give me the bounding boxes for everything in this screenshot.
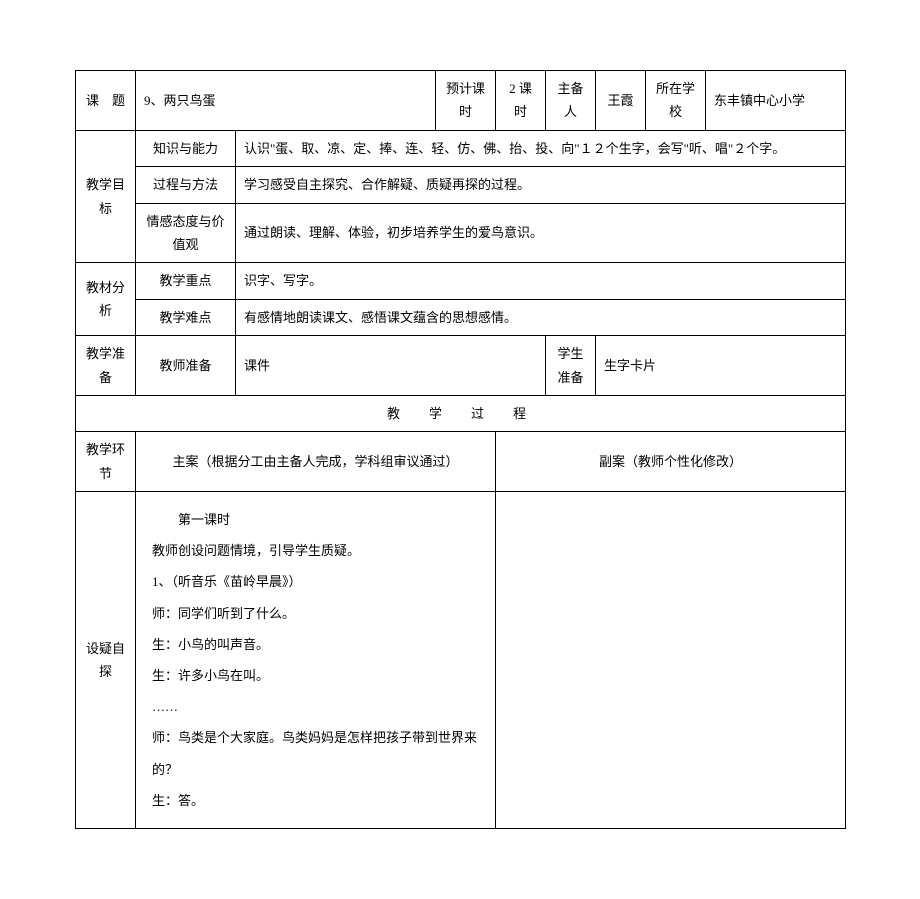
planned-hours-value: 2 课时 <box>496 71 546 131</box>
lesson-plan-table: 课 题 9、两只鸟蛋 预计课时 2 课时 主备人 王霞 所在学校 东丰镇中心小学… <box>75 70 846 829</box>
content-line: 师：同学们听到了什么。 <box>152 598 479 629</box>
analysis-text: 识字、写字。 <box>236 263 846 299</box>
stage-label: 教学环节 <box>76 432 136 492</box>
content-line: 教师创设问题情境，引导学生质疑。 <box>152 535 479 566</box>
analysis-row-1: 教材分析 教学重点 识字、写字。 <box>76 263 846 299</box>
content-line: 师：鸟类是个大家庭。鸟类妈妈是怎样把孩子带到世界来的？ <box>152 722 479 784</box>
objective-sub: 知识与能力 <box>136 130 236 166</box>
main-case-content: 第一课时 教师创设问题情境，引导学生质疑。 1、（听音乐《苗岭早晨》） 师：同学… <box>136 492 496 829</box>
header-row: 课 题 9、两只鸟蛋 预计课时 2 课时 主备人 王霞 所在学校 东丰镇中心小学 <box>76 71 846 131</box>
planned-hours-label: 预计课时 <box>436 71 496 131</box>
process-title: 教 学 过 程 <box>76 395 846 431</box>
objective-row-3: 情感态度与价值观 通过朗读、理解、体验，初步培养学生的爱鸟意识。 <box>76 203 846 263</box>
preparer-label: 主备人 <box>546 71 596 131</box>
preparer-value: 王霞 <box>596 71 646 131</box>
side-case-content <box>496 492 846 829</box>
objective-row-1: 教学目标 知识与能力 认识"蛋、取、凉、定、捧、连、轻、仿、佛、抬、投、向"１２… <box>76 130 846 166</box>
content-line: 生：答。 <box>152 785 479 816</box>
objectives-label: 教学目标 <box>76 130 136 263</box>
topic-value: 9、两只鸟蛋 <box>136 71 436 131</box>
objective-text: 通过朗读、理解、体验，初步培养学生的爱鸟意识。 <box>236 203 846 263</box>
analysis-label: 教材分析 <box>76 263 136 336</box>
student-prep-value: 生字卡片 <box>596 336 846 396</box>
content-line: 第一课时 <box>152 504 479 535</box>
school-value: 东丰镇中心小学 <box>706 71 846 131</box>
objective-sub: 过程与方法 <box>136 167 236 203</box>
objective-row-2: 过程与方法 学习感受自主探究、合作解疑、质疑再探的过程。 <box>76 167 846 203</box>
process-header-row: 教学环节 主案（根据分工由主备人完成，学科组审议通过） 副案（教师个性化修改） <box>76 432 846 492</box>
stage-row: 设疑自探 第一课时 教师创设问题情境，引导学生质疑。 1、（听音乐《苗岭早晨》）… <box>76 492 846 829</box>
student-prep-label: 学生准备 <box>546 336 596 396</box>
analysis-sub: 教学难点 <box>136 299 236 335</box>
topic-label: 课 题 <box>76 71 136 131</box>
prep-label: 教学准备 <box>76 336 136 396</box>
analysis-text: 有感情地朗读课文、感悟课文蕴含的思想感情。 <box>236 299 846 335</box>
content-line: 1、（听音乐《苗岭早晨》） <box>152 566 479 597</box>
school-label: 所在学校 <box>646 71 706 131</box>
content-line: …… <box>152 691 479 722</box>
process-title-row: 教 学 过 程 <box>76 395 846 431</box>
prep-row: 教学准备 教师准备 课件 学生准备 生字卡片 <box>76 336 846 396</box>
content-line: 生：许多小鸟在叫。 <box>152 660 479 691</box>
objective-sub: 情感态度与价值观 <box>136 203 236 263</box>
analysis-row-2: 教学难点 有感情地朗读课文、感悟课文蕴含的思想感情。 <box>76 299 846 335</box>
stage-name: 设疑自探 <box>76 492 136 829</box>
objective-text: 认识"蛋、取、凉、定、捧、连、轻、仿、佛、抬、投、向"１２个生字，会写"听、唱"… <box>236 130 846 166</box>
side-case-label: 副案（教师个性化修改） <box>496 432 846 492</box>
objective-text: 学习感受自主探究、合作解疑、质疑再探的过程。 <box>236 167 846 203</box>
main-case-label: 主案（根据分工由主备人完成，学科组审议通过） <box>136 432 496 492</box>
analysis-sub: 教学重点 <box>136 263 236 299</box>
teacher-prep-value: 课件 <box>236 336 546 396</box>
content-line: 生：小鸟的叫声音。 <box>152 629 479 660</box>
teacher-prep-label: 教师准备 <box>136 336 236 396</box>
